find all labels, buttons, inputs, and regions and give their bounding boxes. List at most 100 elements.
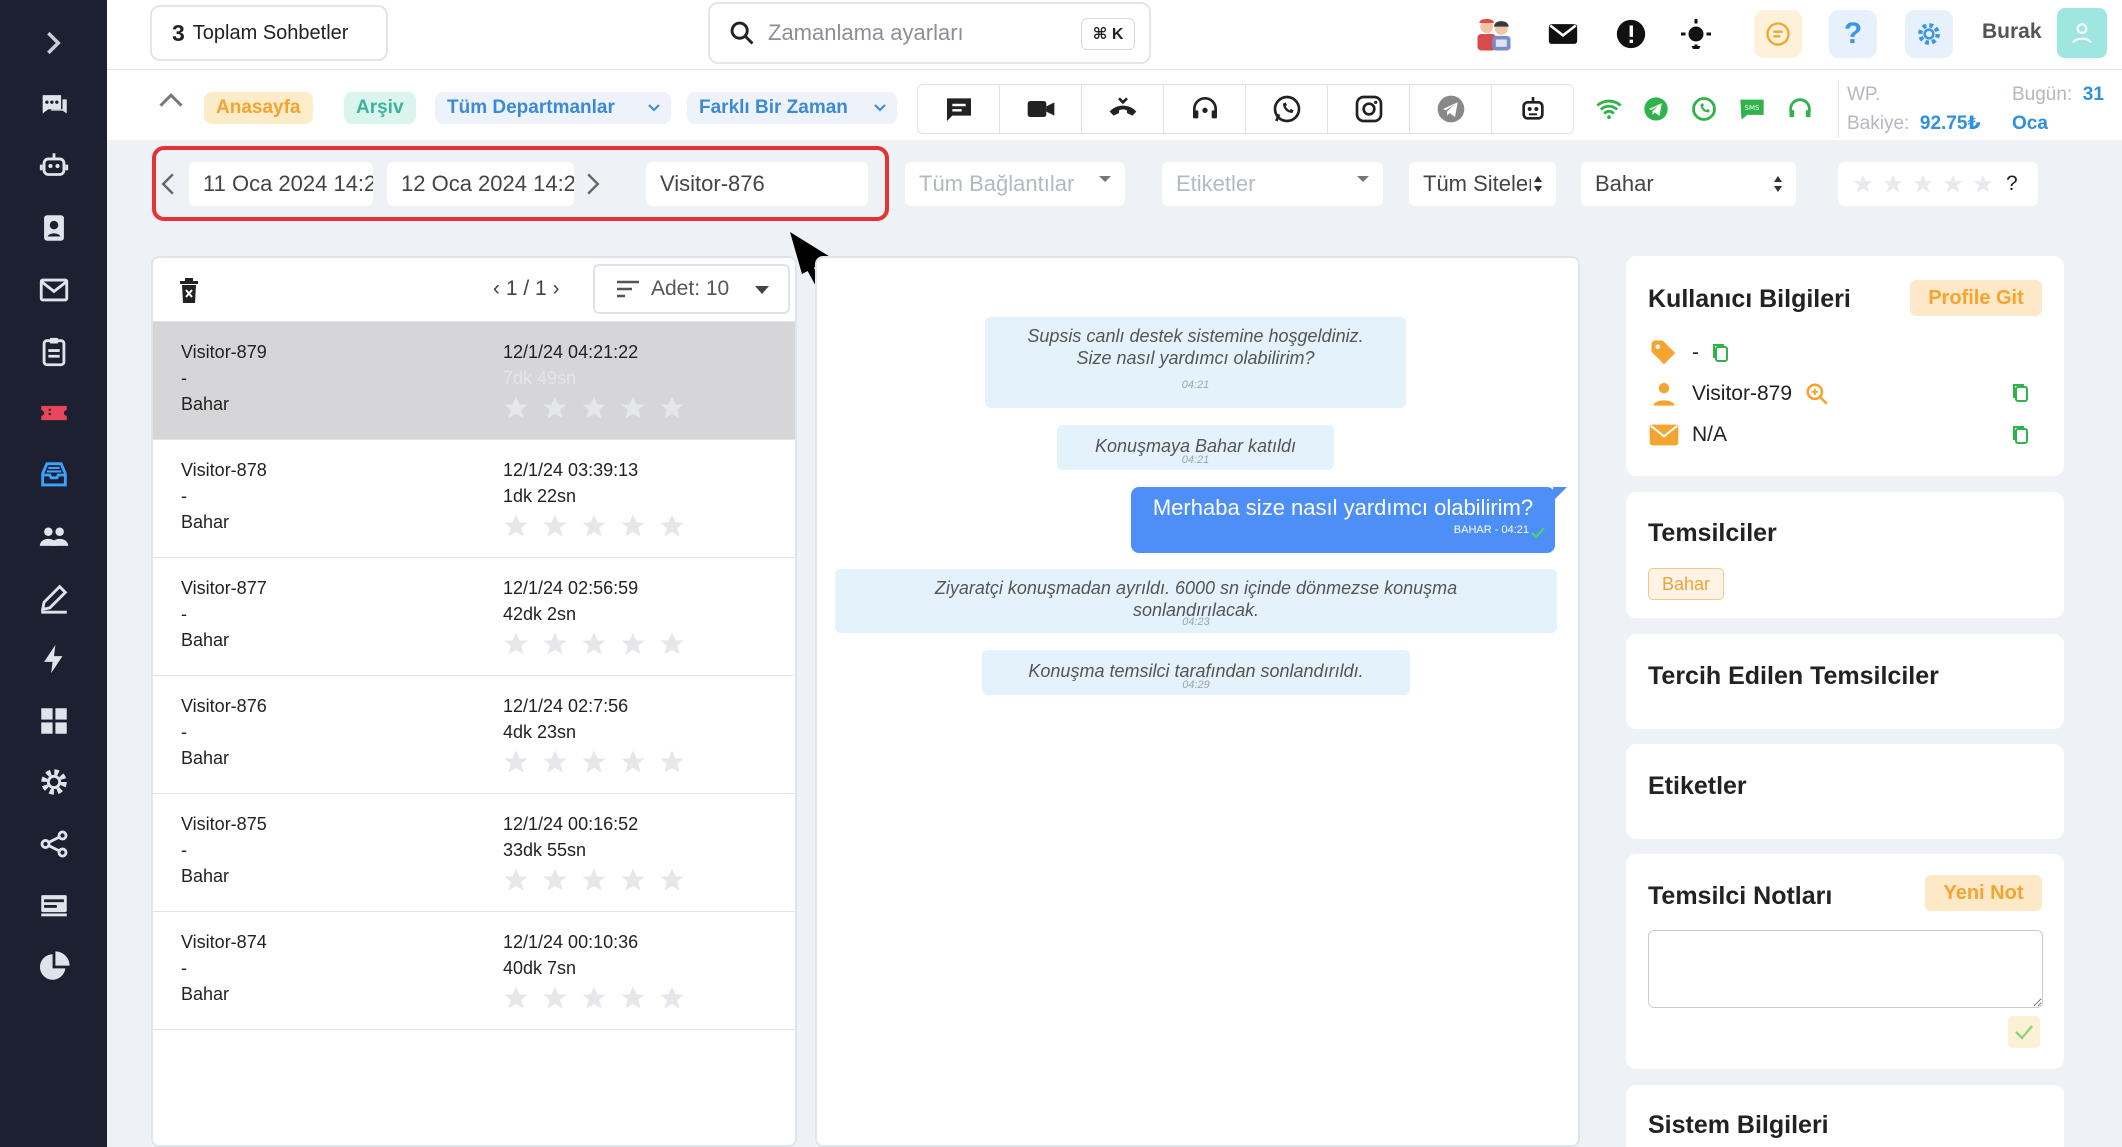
home-tab[interactable]: Anasayfa <box>204 92 313 124</box>
whatsapp-status-icon[interactable] <box>1687 92 1721 126</box>
robot-icon[interactable] <box>0 143 107 189</box>
star-icon[interactable] <box>1942 173 1964 195</box>
channel-bot[interactable] <box>1492 85 1573 133</box>
star-icon[interactable] <box>658 630 686 663</box>
star-icon[interactable] <box>619 512 647 545</box>
dashboard-icon[interactable] <box>0 882 107 928</box>
lightning-icon[interactable] <box>0 636 107 682</box>
search-zoom-icon[interactable] <box>1804 381 1830 407</box>
chat-list-row[interactable]: Visitor-879 - Bahar 12/1/24 04:21:22 7dk 49s… <box>153 322 795 440</box>
mail-icon[interactable] <box>1539 10 1587 58</box>
telegram-status-icon[interactable] <box>1639 92 1673 126</box>
expand-chevron-icon[interactable] <box>0 20 107 66</box>
channel-telegram[interactable] <box>1410 85 1492 133</box>
note-textarea[interactable] <box>1648 930 2043 1008</box>
archive-inbox-icon[interactable] <box>0 452 107 498</box>
copy-icon[interactable] <box>2011 382 2031 404</box>
channel-support[interactable] <box>1164 85 1246 133</box>
share-icon[interactable] <box>0 821 107 867</box>
star-icon[interactable] <box>1972 173 1994 195</box>
profile-button[interactable]: Profile Git <box>1910 280 2042 316</box>
collapse-chevron-icon[interactable] <box>157 90 185 117</box>
rating-help[interactable]: ? <box>2006 172 2018 196</box>
edit-pen-icon[interactable] <box>0 575 107 621</box>
mail-icon[interactable] <box>0 267 107 313</box>
page-size-select[interactable]: Adet: 10 <box>593 264 790 314</box>
departments-select[interactable]: Tüm Departmanlar <box>435 92 671 124</box>
feedback-icon[interactable] <box>1754 10 1802 58</box>
settings-icon[interactable] <box>1905 10 1953 58</box>
date-start-input[interactable]: 11 Oca 2024 14:2 <box>189 162 373 206</box>
star-icon[interactable] <box>619 394 647 427</box>
star-icon[interactable] <box>541 394 569 427</box>
star-icon[interactable] <box>502 866 530 899</box>
users-icon[interactable] <box>0 513 107 559</box>
star-icon[interactable] <box>580 984 608 1017</box>
date-end-input[interactable]: 12 Oca 2024 14:2 <box>387 162 574 206</box>
alert-icon[interactable] <box>1607 10 1655 58</box>
sms-status-icon[interactable]: SMS <box>1735 92 1769 126</box>
star-icon[interactable] <box>541 866 569 899</box>
channel-whatsapp[interactable] <box>1246 85 1328 133</box>
settings-gear-icon[interactable] <box>0 759 107 805</box>
rep-chip[interactable]: Bahar <box>1648 568 1724 600</box>
star-icon[interactable] <box>619 748 647 781</box>
chat-list-row[interactable]: Visitor-874 - Bahar 12/1/24 00:10:36 40dk 7s… <box>153 912 795 1030</box>
channel-video[interactable] <box>1000 85 1082 133</box>
user-avatar[interactable] <box>2057 8 2107 58</box>
search-box[interactable]: ⌘ K <box>708 2 1151 64</box>
theme-toggle-icon[interactable] <box>1672 10 1720 58</box>
star-icon[interactable] <box>658 394 686 427</box>
star-icon[interactable] <box>541 984 569 1017</box>
star-icon[interactable] <box>541 512 569 545</box>
star-icon[interactable] <box>658 748 686 781</box>
pagination[interactable]: ‹ 1 / 1 › <box>493 277 560 301</box>
star-icon[interactable] <box>1852 173 1874 195</box>
archive-tab[interactable]: Arşiv <box>344 92 416 124</box>
star-icon[interactable] <box>1882 173 1904 195</box>
date-prev-icon[interactable] <box>160 172 176 201</box>
channel-call[interactable] <box>1082 85 1164 133</box>
user-name[interactable]: Burak <box>1982 20 2042 44</box>
rating-filter[interactable]: ? <box>1838 162 2038 206</box>
star-icon[interactable] <box>1912 173 1934 195</box>
star-icon[interactable] <box>580 394 608 427</box>
star-icon[interactable] <box>502 394 530 427</box>
star-icon[interactable] <box>658 984 686 1017</box>
trash-icon[interactable] <box>177 278 201 304</box>
time-select[interactable]: Farklı Bir Zaman <box>687 92 897 124</box>
star-icon[interactable] <box>580 866 608 899</box>
channel-chat[interactable] <box>918 85 1000 133</box>
visitor-search-input[interactable]: Visitor-876 <box>646 162 868 206</box>
star-icon[interactable] <box>502 512 530 545</box>
star-icon[interactable] <box>502 984 530 1017</box>
clipboard-icon[interactable] <box>0 329 107 375</box>
star-icon[interactable] <box>619 984 647 1017</box>
star-icon[interactable] <box>619 866 647 899</box>
total-chats-chip[interactable]: 3 Toplam Sohbetler <box>150 5 388 61</box>
copy-icon[interactable] <box>1711 342 1731 364</box>
grid-icon[interactable] <box>0 698 107 744</box>
copy-icon[interactable] <box>2011 424 2031 446</box>
ticket-icon[interactable] <box>0 390 107 436</box>
star-icon[interactable] <box>502 748 530 781</box>
agents-team-icon[interactable] <box>1470 10 1518 58</box>
save-note-button[interactable] <box>2008 1016 2040 1048</box>
star-icon[interactable] <box>580 630 608 663</box>
agent-select[interactable]: Bahar <box>1581 162 1796 206</box>
sites-select[interactable]: Tüm Siteler <box>1409 162 1556 206</box>
star-icon[interactable] <box>541 630 569 663</box>
chat-list-row[interactable]: Visitor-876 - Bahar 12/1/24 02:7:56 4dk 23sn <box>153 676 795 794</box>
help-icon[interactable]: ? <box>1829 10 1877 58</box>
star-icon[interactable] <box>580 748 608 781</box>
support-status-icon[interactable] <box>1783 92 1817 126</box>
chat-list-row[interactable]: Visitor-877 - Bahar 12/1/24 02:56:59 42dk 2s… <box>153 558 795 676</box>
chat-list-row[interactable]: Visitor-875 - Bahar 12/1/24 00:16:52 33dk 55… <box>153 794 795 912</box>
contact-card-icon[interactable] <box>0 205 107 251</box>
new-note-button[interactable]: Yeni Not <box>1925 875 2042 911</box>
connections-select[interactable]: Tüm Bağlantılar <box>905 162 1125 206</box>
star-icon[interactable] <box>541 748 569 781</box>
star-icon[interactable] <box>658 866 686 899</box>
search-input[interactable] <box>768 20 1068 46</box>
star-icon[interactable] <box>658 512 686 545</box>
